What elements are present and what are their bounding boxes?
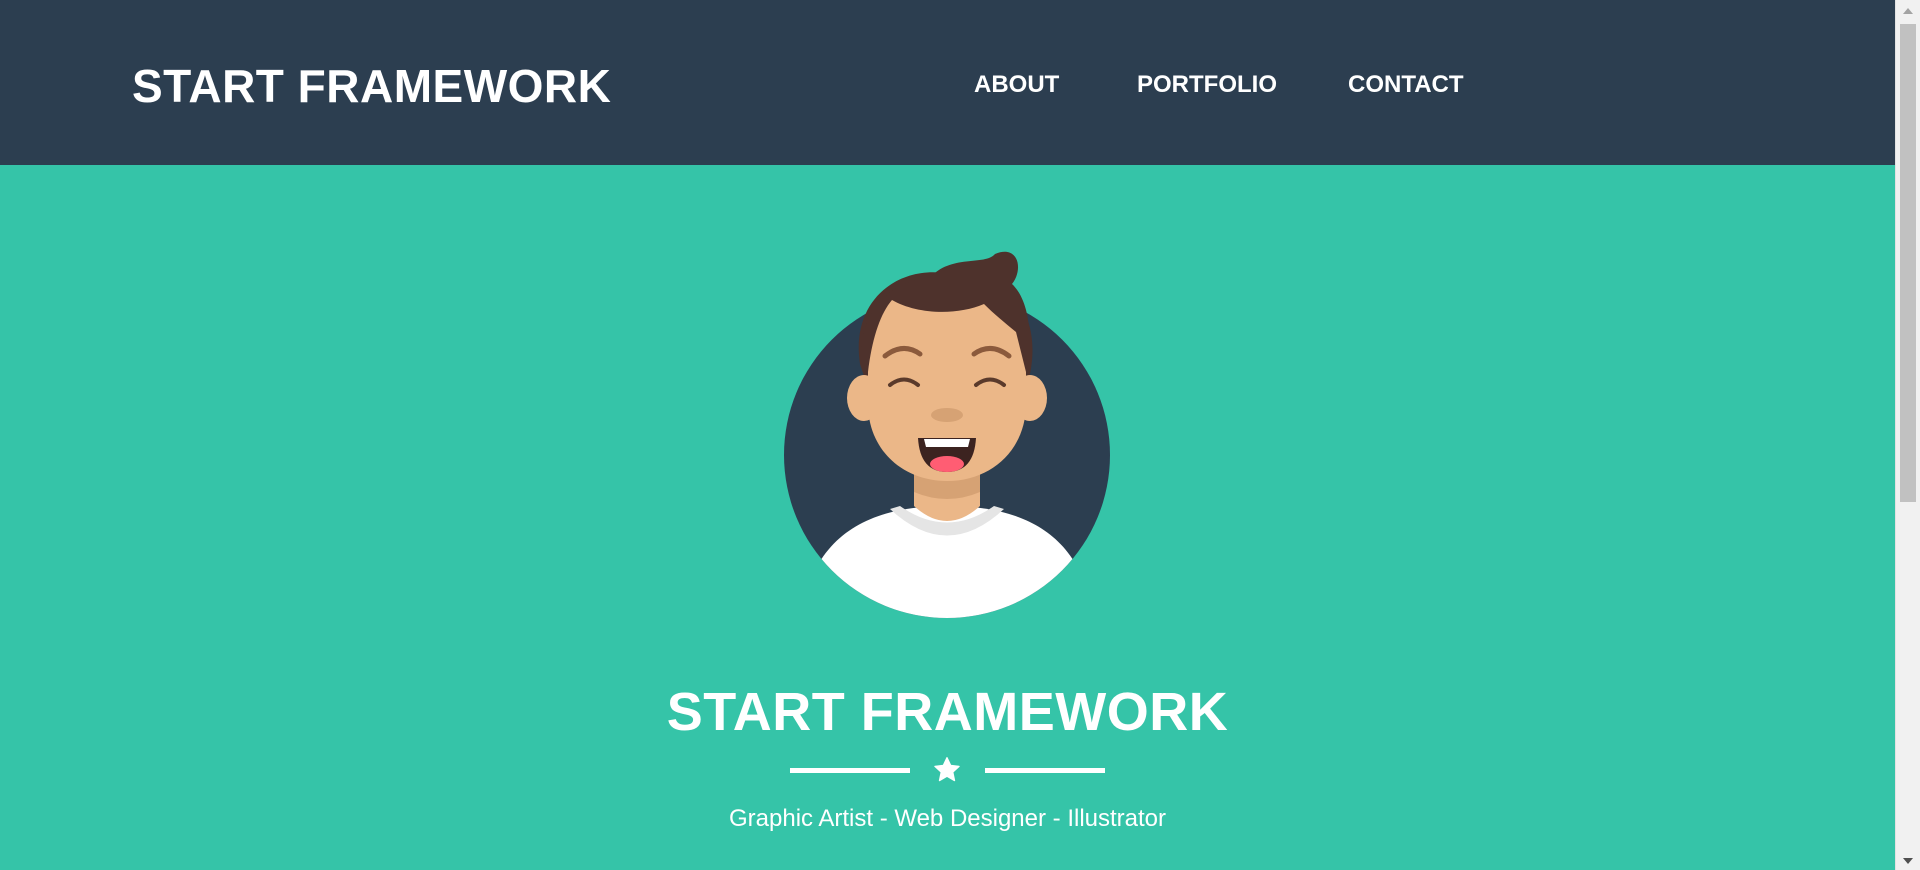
nav-links: ABOUT PORTFOLIO CONTACT — [0, 0, 1895, 165]
hero-subheading: Graphic Artist - Web Designer - Illustra… — [728, 805, 1167, 832]
scroll-up-icon[interactable] — [1903, 8, 1913, 14]
scroll-thumb[interactable] — [1900, 24, 1916, 502]
hero-title: START FRAMEWORK — [666, 682, 1229, 742]
nav-link-contact[interactable]: CONTACT — [1348, 70, 1464, 100]
star-divider — [790, 756, 1105, 784]
divider-line-right — [985, 768, 1105, 773]
vertical-scrollbar[interactable] — [1895, 0, 1920, 870]
navbar: START FRAMEWORK ABOUT PORTFOLIO CONTACT — [0, 0, 1895, 165]
nav-link-about[interactable]: ABOUT — [974, 70, 1059, 100]
nav-link-portfolio[interactable]: PORTFOLIO — [1137, 70, 1277, 100]
divider-line-left — [790, 768, 910, 773]
avatar-image — [784, 251, 1110, 618]
scroll-down-icon[interactable] — [1903, 858, 1913, 864]
star-icon — [934, 757, 960, 782]
